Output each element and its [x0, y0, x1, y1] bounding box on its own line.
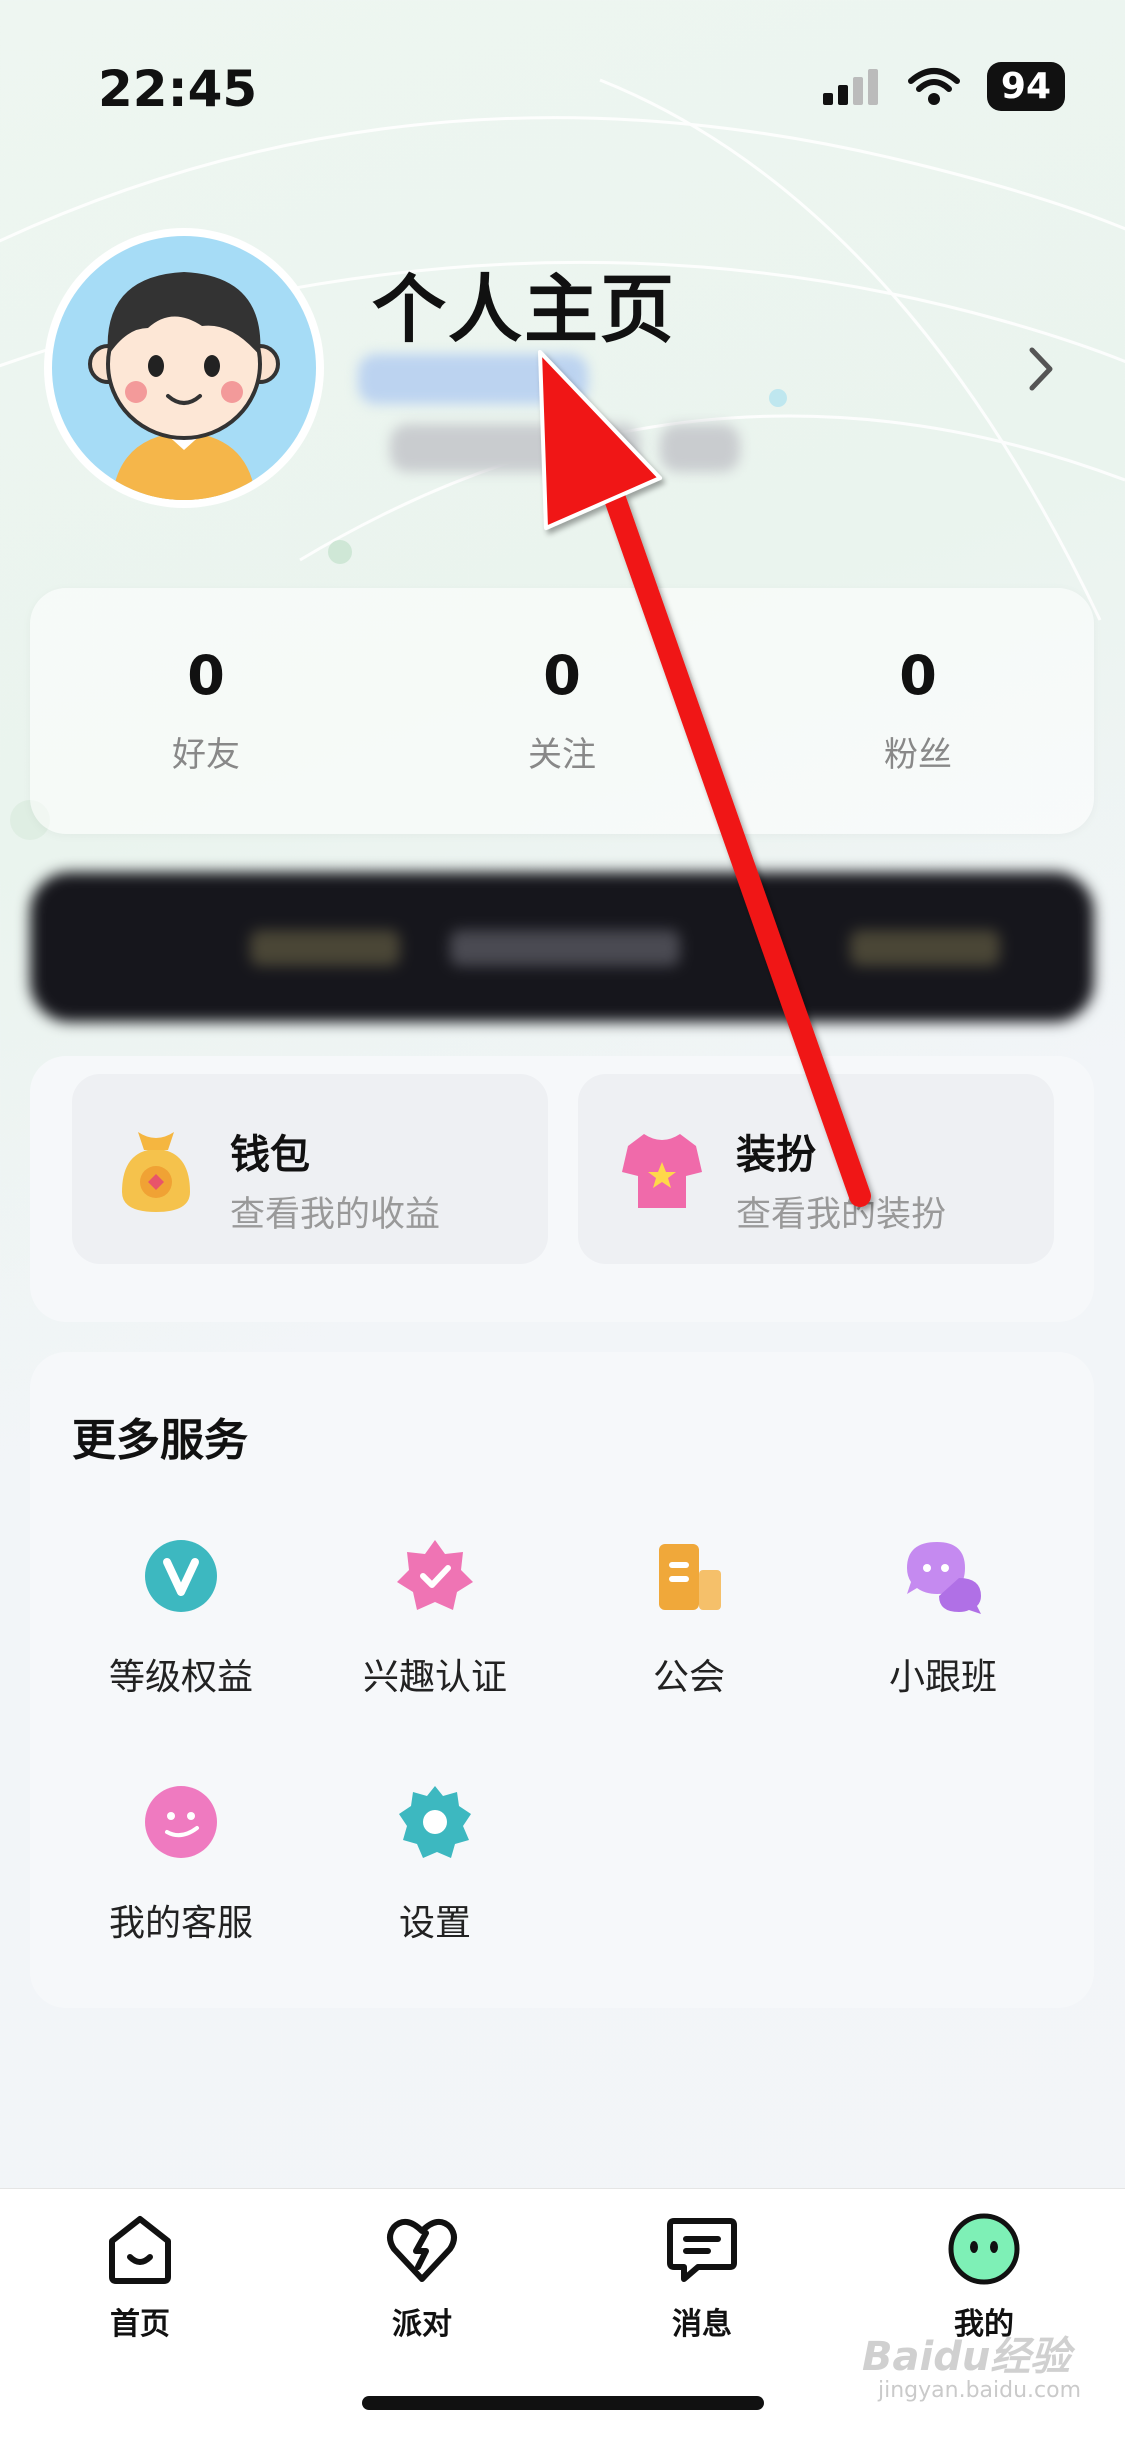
stat-value: 0 — [899, 644, 937, 707]
message-icon — [667, 2218, 737, 2282]
stats-card: 0 好友 0 关注 0 粉丝 — [30, 588, 1094, 834]
money-bag-icon — [122, 1132, 190, 1212]
wallet-tile[interactable]: 钱包 查看我的收益 — [72, 1074, 548, 1264]
guild-icon — [659, 1544, 721, 1610]
customer-service-icon — [145, 1786, 217, 1858]
services-title: 更多服务 — [72, 1415, 248, 1466]
outfit-subtitle: 查看我的装扮 — [736, 1195, 947, 1235]
tab-party[interactable]: 派对 — [322, 2211, 522, 2343]
face-icon — [948, 2213, 1020, 2285]
wifi-icon — [907, 67, 960, 105]
service-settings[interactable]: 设置 — [308, 1782, 562, 1946]
wallet-title: 钱包 — [230, 1132, 310, 1178]
tab-label: 派对 — [392, 2307, 452, 2342]
service-customer-service[interactable]: 我的客服 — [54, 1782, 308, 1946]
tshirt-icon — [622, 1134, 702, 1208]
battery-level: 94 — [986, 62, 1065, 111]
watermark-url: jingyan.baidu.com — [878, 2378, 1082, 2403]
tab-messages[interactable]: 消息 — [602, 2211, 802, 2343]
stat-friends[interactable]: 0 好友 — [106, 644, 306, 776]
stat-followers[interactable]: 0 粉丝 — [818, 644, 1018, 776]
outfit-tile[interactable]: 装扮 查看我的装扮 — [578, 1074, 1054, 1264]
service-companion[interactable]: 小跟班 — [816, 1536, 1070, 1700]
stat-label: 粉丝 — [884, 735, 952, 775]
profile-title[interactable]: 个人主页 — [372, 250, 676, 357]
wallet-card: 钱包 查看我的收益 装扮 查看我的装扮 — [30, 1056, 1094, 1322]
stat-label: 关注 — [528, 735, 596, 775]
blurred-user-id — [390, 424, 640, 472]
home-indicator — [362, 2396, 764, 2410]
interest-badge-icon — [397, 1540, 473, 1610]
wallet-subtitle: 查看我的收益 — [230, 1195, 441, 1235]
service-interest-cert[interactable]: 兴趣认证 — [308, 1536, 562, 1700]
chat-bubbles-icon — [907, 1542, 981, 1614]
cellular-signal-icon — [822, 68, 878, 105]
service-label: 等级权益 — [108, 1657, 253, 1698]
outfit-title: 装扮 — [736, 1132, 816, 1178]
tab-label: 消息 — [672, 2307, 732, 2342]
service-label: 公会 — [652, 1657, 725, 1698]
service-level-benefits[interactable]: 等级权益 — [54, 1536, 308, 1700]
services-card: 更多服务 等级权益 兴趣认证 公会 小跟班 我的客服 设置 — [30, 1352, 1094, 2008]
home-icon — [109, 2216, 171, 2284]
avatar-boy-icon — [88, 272, 280, 500]
chevron-right-icon[interactable] — [1026, 344, 1056, 394]
service-guild[interactable]: 公会 — [562, 1536, 816, 1700]
tab-label: 首页 — [110, 2307, 170, 2342]
blurred-badge — [660, 424, 740, 472]
blurred-banner[interactable] — [30, 872, 1094, 1022]
status-time: 22:45 — [98, 60, 258, 118]
service-label: 小跟班 — [888, 1657, 997, 1698]
heart-bolt-icon — [387, 2218, 457, 2282]
service-label: 我的客服 — [108, 1903, 253, 1944]
service-label: 设置 — [398, 1903, 471, 1944]
settings-gear-icon — [399, 1786, 471, 1858]
tab-home[interactable]: 首页 — [40, 2211, 240, 2343]
avatar[interactable] — [44, 228, 324, 508]
stat-value: 0 — [543, 644, 581, 707]
stat-following[interactable]: 0 关注 — [462, 644, 662, 776]
stat-value: 0 — [187, 644, 225, 707]
stat-label: 好友 — [172, 735, 240, 775]
watermark-logo: Baidu经验 — [862, 2334, 1071, 2380]
blurred-nickname — [358, 354, 588, 404]
vip-level-icon — [145, 1540, 217, 1612]
service-label: 兴趣认证 — [362, 1657, 507, 1698]
status-icons: 94 — [821, 62, 1065, 111]
